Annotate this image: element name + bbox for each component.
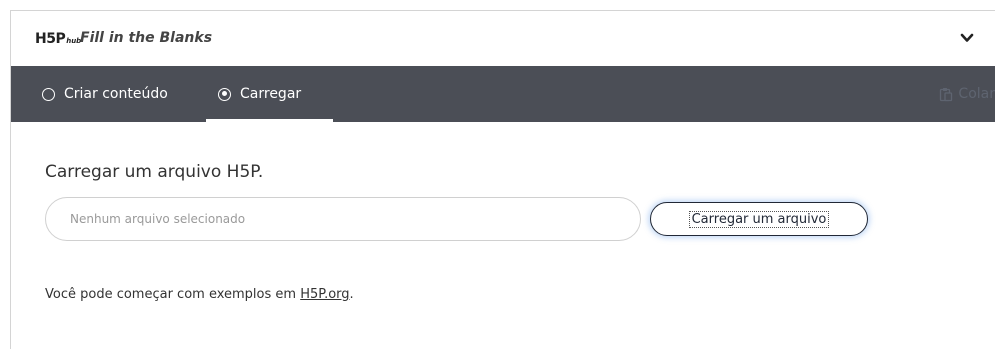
- h5p-hub-logo: H5P hub: [35, 31, 81, 47]
- logo-sub-text: hub: [66, 37, 82, 45]
- tab-create-content[interactable]: Criar conteúdo: [42, 66, 168, 122]
- h5p-org-link[interactable]: H5P.org: [300, 287, 349, 302]
- content-type-title: Fill in the Blanks: [80, 30, 213, 46]
- clipboard-icon: [940, 87, 953, 101]
- paste-label: Colar: [958, 86, 995, 102]
- tab-label: Criar conteúdo: [64, 86, 168, 102]
- paste-button[interactable]: Colar: [939, 66, 995, 122]
- file-placeholder: Nenhum arquivo selecionado: [70, 212, 246, 226]
- examples-text-before: Você pode começar com exemplos em: [45, 287, 301, 302]
- file-selection-field[interactable]: Nenhum arquivo selecionado: [45, 197, 641, 241]
- upload-file-button[interactable]: Carregar um arquivo: [650, 202, 868, 236]
- active-tab-indicator: [206, 119, 333, 122]
- hub-header[interactable]: H5P hub Fill in the Blanks: [11, 11, 995, 65]
- tab-upload[interactable]: Carregar: [218, 66, 301, 122]
- upload-button-label: Carregar um arquivo: [688, 210, 830, 228]
- h5p-hub-panel: H5P hub Fill in the Blanks Criar conteúd…: [10, 10, 995, 349]
- examples-text: Você pode começar com exemplos em H5P.or…: [45, 287, 354, 302]
- examples-text-after: .: [349, 287, 354, 302]
- chevron-down-icon[interactable]: [959, 30, 975, 46]
- logo-main-text: H5P: [35, 31, 66, 47]
- radio-checked-icon: [218, 87, 231, 101]
- tab-bar: Criar conteúdo Carregar Colar: [11, 66, 995, 122]
- radio-unchecked-icon: [42, 87, 55, 101]
- tab-label: Carregar: [240, 86, 302, 102]
- upload-title: Carregar um arquivo H5P.: [45, 162, 264, 182]
